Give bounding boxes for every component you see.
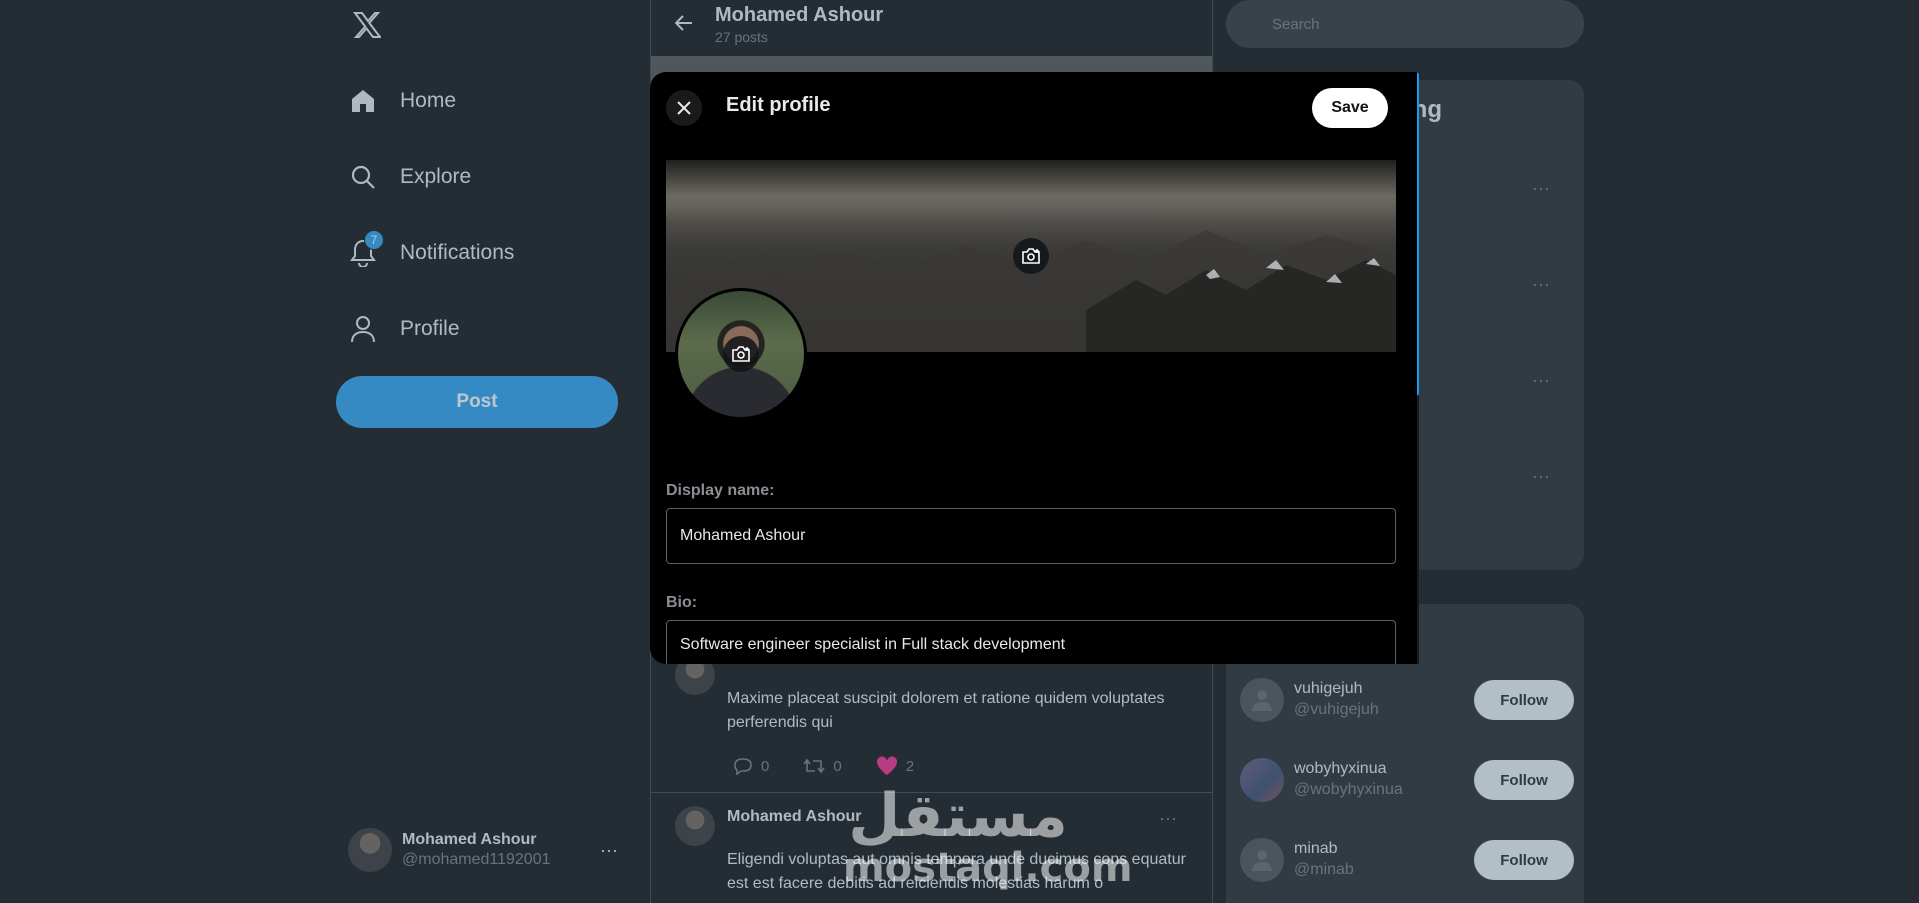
- bio-label: Bio:: [666, 594, 698, 611]
- camera-plus-icon: [1022, 248, 1040, 264]
- modal-title: Edit profile: [726, 94, 831, 116]
- camera-plus-icon: [732, 346, 750, 362]
- bio-field[interactable]: Software engineer specialist in Full sta…: [666, 620, 1396, 664]
- save-button[interactable]: Save: [1312, 88, 1388, 128]
- app-page: Home Explore 7 Notifications Profile Pos…: [0, 0, 1919, 903]
- profile-avatar: [675, 288, 807, 420]
- display-name-field[interactable]: Mohamed Ashour: [666, 508, 1396, 564]
- close-icon: [677, 101, 691, 115]
- close-button[interactable]: [666, 90, 702, 126]
- add-banner-photo-button[interactable]: [1013, 238, 1049, 274]
- add-avatar-photo-button[interactable]: [723, 336, 759, 372]
- edit-profile-modal: Edit profile Save Display name: Mohamed …: [650, 72, 1417, 664]
- display-name-label: Display name:: [666, 482, 775, 499]
